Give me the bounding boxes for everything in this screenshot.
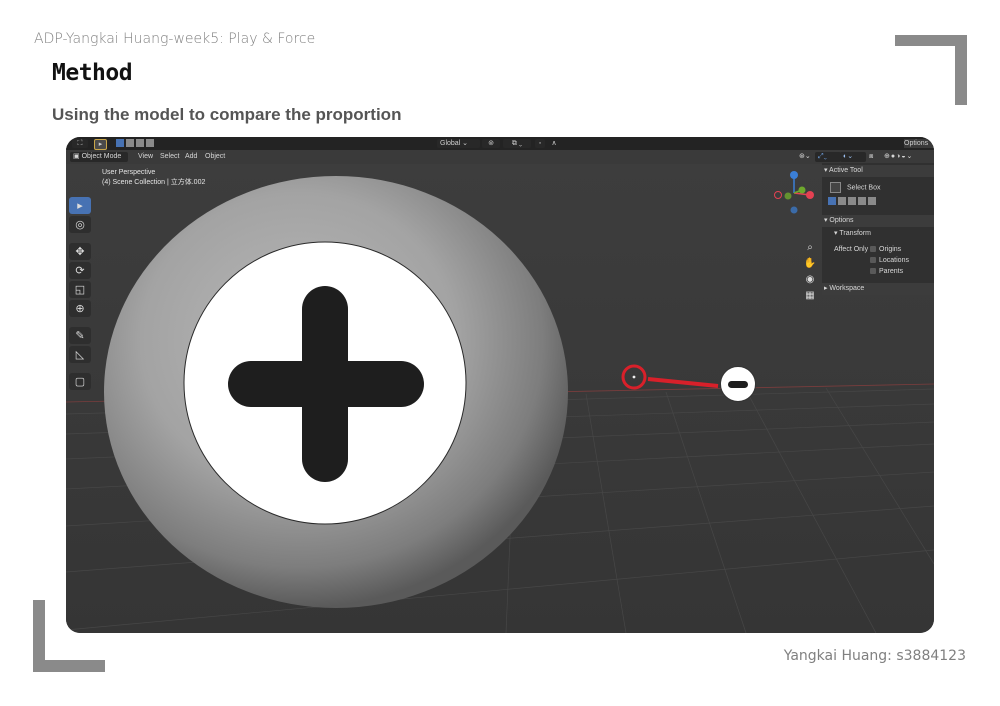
active-tool-header-label: Active Tool bbox=[829, 167, 863, 174]
slide-header: ADP-Yangkai Huang-week5: Play & Force bbox=[34, 31, 316, 47]
viewport-menubar: ▣ Object Mode View Select Add Object ⊛⌄ … bbox=[66, 151, 934, 163]
workspace-header-label: Workspace bbox=[829, 285, 865, 292]
origins-checkbox[interactable]: Origins bbox=[870, 245, 901, 255]
camera-icon[interactable]: ◉ bbox=[803, 274, 817, 290]
tool-shelf: ▸ ◎ ✥ ⟳ ◱ ⊕ ✎ ◺ ▢ bbox=[69, 195, 93, 392]
falloff-icon[interactable]: ∧ bbox=[548, 139, 560, 148]
minus-badge bbox=[720, 366, 756, 402]
proportional-edit-icon[interactable]: ◦ bbox=[535, 139, 545, 148]
locations-checkbox[interactable]: Locations bbox=[870, 256, 909, 266]
cursor-tool[interactable]: ◎ bbox=[69, 216, 91, 233]
move-tool[interactable]: ✥ bbox=[69, 243, 91, 260]
orientation-label: Global bbox=[440, 140, 461, 147]
menu-view[interactable]: View bbox=[135, 152, 156, 162]
menu-object[interactable]: Object bbox=[202, 152, 228, 162]
view-nav-tools: ⌕ ✋ ◉ ▦ bbox=[803, 242, 817, 306]
options-header[interactable]: ▾ Options bbox=[822, 215, 934, 227]
mode-dropdown[interactable]: ▣ Object Mode bbox=[70, 152, 128, 162]
perspective-label: User Perspective bbox=[102, 169, 156, 176]
transform-header[interactable]: ▾ Transform bbox=[834, 229, 871, 239]
options-header-label: Options bbox=[829, 217, 854, 224]
corner-bracket-bottom-left bbox=[33, 660, 105, 672]
hand-pan-icon[interactable]: ✋ bbox=[803, 258, 817, 274]
blender-window: User Perspective (4) Scene Collection | … bbox=[66, 137, 934, 633]
add-cube-tool[interactable]: ▢ bbox=[69, 373, 91, 390]
menu-add[interactable]: Add bbox=[182, 152, 200, 162]
active-tool-item[interactable]: Select Box bbox=[830, 182, 880, 193]
plus-icon-horizontal bbox=[228, 361, 424, 407]
3d-viewport[interactable]: User Perspective (4) Scene Collection | … bbox=[66, 164, 934, 633]
page-subtitle: Using the model to compare the proportio… bbox=[52, 105, 402, 124]
orientation-dropdown[interactable]: Global ⌄ bbox=[437, 139, 480, 148]
locations-label: Locations bbox=[879, 257, 909, 264]
menu-select[interactable]: Select bbox=[157, 152, 182, 162]
corner-bracket-top-right-vertical bbox=[955, 35, 967, 105]
navigation-gizmo[interactable] bbox=[769, 168, 819, 218]
select-mode-icons[interactable] bbox=[116, 139, 168, 148]
origins-label: Origins bbox=[879, 246, 902, 253]
transform-tool[interactable]: ⊕ bbox=[69, 300, 91, 317]
header-toolbar: ⛶ ▸ Global ⌄ ⊚ ⧉ ⌄ ◦ ∧ Options bbox=[66, 137, 934, 150]
active-tool-header[interactable]: ▾ Active Tool bbox=[822, 165, 934, 177]
viewport-scene bbox=[66, 164, 934, 633]
measure-tool[interactable]: ◺ bbox=[69, 346, 91, 363]
snap-icon[interactable]: ⧉ ⌄ bbox=[503, 139, 531, 148]
options-label: Options bbox=[904, 140, 929, 147]
mode-label: Object Mode bbox=[81, 153, 122, 160]
cursor-select-icon[interactable]: ▸ bbox=[94, 139, 107, 150]
editor-type-icon[interactable]: ⛶ bbox=[72, 139, 88, 148]
affect-only-label: Affect Only bbox=[834, 246, 869, 253]
minus-icon bbox=[728, 381, 748, 388]
pivot-icon[interactable]: ⊚ bbox=[482, 139, 500, 148]
rotate-tool[interactable]: ⟳ bbox=[69, 262, 91, 279]
author-footer: Yangkai Huang: s3884123 bbox=[783, 648, 966, 664]
options-dropdown[interactable]: Options bbox=[904, 139, 934, 148]
select-box-tool[interactable]: ▸ bbox=[69, 197, 91, 214]
workspace-header[interactable]: ▸ Workspace bbox=[822, 283, 934, 295]
page-title: Method bbox=[52, 60, 133, 86]
select-mode-row[interactable] bbox=[828, 197, 876, 209]
collection-label: (4) Scene Collection | 立方体.002 bbox=[102, 179, 206, 186]
grid-view-icon[interactable]: ▦ bbox=[803, 290, 817, 306]
transform-header-label: Transform bbox=[839, 230, 871, 237]
sidebar-npanel: ▾ Active Tool Select Box ▾ Options ▾ Tra… bbox=[822, 163, 934, 295]
zoom-icon[interactable]: ⌕ bbox=[803, 242, 817, 258]
parents-label: Parents bbox=[879, 268, 904, 275]
scale-tool[interactable]: ◱ bbox=[69, 281, 91, 298]
annotate-tool[interactable]: ✎ bbox=[69, 327, 91, 344]
shading-mode-icons[interactable]: ⊕●◑◒⌄ bbox=[881, 152, 934, 162]
active-tool-name: Select Box bbox=[847, 184, 881, 192]
parents-checkbox[interactable]: Parents bbox=[870, 267, 903, 277]
overlay-toggle-icon[interactable]: ◐⌄ bbox=[840, 152, 866, 162]
gizmo-toggle-icon[interactable]: ⤢⌄ bbox=[815, 152, 841, 162]
